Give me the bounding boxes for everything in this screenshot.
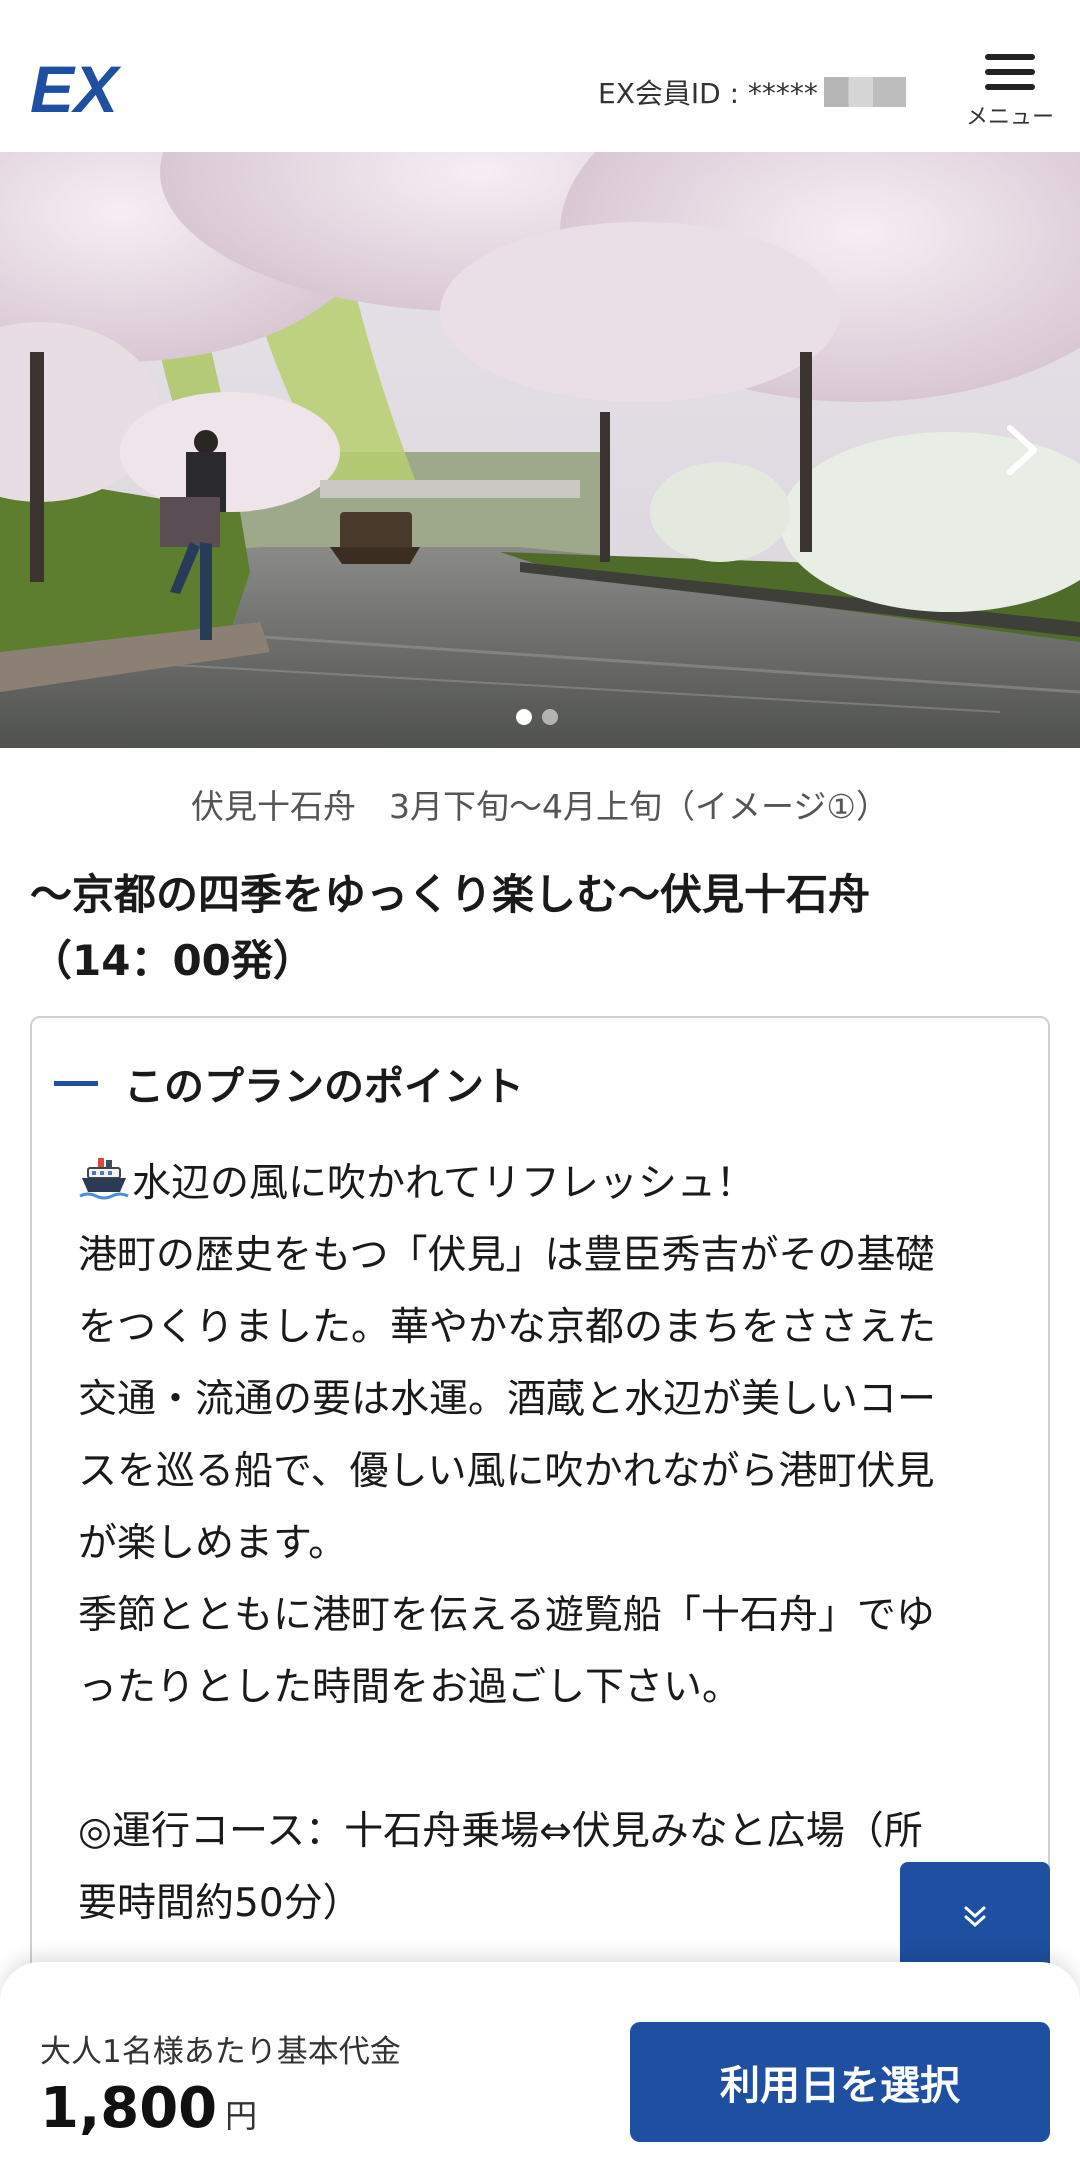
point-line: 要時間約50分） [78, 1881, 362, 1926]
hero-caption: 伏見十石舟 3月下旬～4月上旬（イメージ①） [191, 787, 889, 826]
plan-title-line2: （14：00発） [30, 936, 315, 985]
member-id-text: EX会員ID : ***** [598, 77, 818, 110]
chevron-right-icon [1007, 425, 1037, 475]
plan-point-header[interactable]: このプランのポイント [54, 1054, 524, 1112]
ship-icon [78, 1154, 130, 1204]
carousel-next-button[interactable] [1000, 420, 1044, 480]
price-unit: 円 [225, 2097, 258, 2135]
point-line: 交通・流通の要は水運。酒蔵と水辺が美しいコー [78, 1377, 937, 1422]
member-id: EX会員ID : ***** [598, 72, 906, 112]
hamburger-icon [985, 54, 1035, 90]
point-line: ◎運行コース：十石舟乗場⇔伏見みなと広場（所 [78, 1809, 923, 1854]
hero-carousel[interactable] [0, 152, 1080, 748]
menu-label: メニュー [965, 105, 1054, 130]
double-chevron-down-icon [964, 1906, 986, 1928]
price-label: 大人1名様あたり基本代金 [40, 2034, 401, 2070]
logo-text: EX [30, 58, 122, 120]
plan-title-line1: ～京都の四季をゆっくり楽しむ～伏見十石舟 [30, 870, 871, 919]
point-line-text: 水辺の風に吹かれてリフレッシュ！ [132, 1161, 755, 1206]
point-line: 港町の歴史をもつ「伏見」は豊臣秀吉がその基礎 [78, 1233, 935, 1278]
point-line: ったりとした時間をお過ごし下さい。 [78, 1665, 742, 1710]
ex-logo[interactable]: EX [30, 52, 150, 126]
member-id-mask [823, 77, 906, 107]
select-date-button[interactable]: 利用日を選択 [630, 2022, 1050, 2142]
point-line [78, 1724, 1008, 1796]
hero-image [0, 152, 1080, 748]
collapse-icon [54, 1080, 98, 1086]
price: 1,800 円 [40, 2076, 257, 2141]
point-line: 水辺の風に吹かれてリフレッシュ！ [78, 1148, 1008, 1220]
carousel-dot-1[interactable] [516, 709, 532, 725]
point-line: 季節とともに港町を伝える遊覧船「十石舟」でゆ [78, 1593, 935, 1638]
plan-point-body: 水辺の風に吹かれてリフレッシュ！ 港町の歴史をもつ「伏見」は豊臣秀吉がその基礎 … [78, 1148, 1008, 1940]
plan-title: ～京都の四季をゆっくり楽しむ～伏見十石舟 （14：00発） [30, 862, 1050, 994]
point-line: が楽しめます。 [78, 1521, 348, 1566]
carousel-dots [516, 709, 558, 725]
menu-button[interactable]: メニュー [960, 54, 1060, 140]
carousel-dot-2[interactable] [542, 709, 558, 725]
point-line: をつくりました。華やかな京都のまちをささえた [78, 1305, 937, 1350]
price-value: 1,800 [40, 2076, 218, 2141]
app-header: EX EX会員ID : ***** メニュー [0, 0, 1080, 152]
scroll-down-button[interactable] [900, 1862, 1050, 1972]
plan-point-heading: このプランのポイント [124, 1064, 524, 1110]
point-line: スを巡る船で、優しい風に吹かれながら港町伏見 [78, 1449, 935, 1494]
